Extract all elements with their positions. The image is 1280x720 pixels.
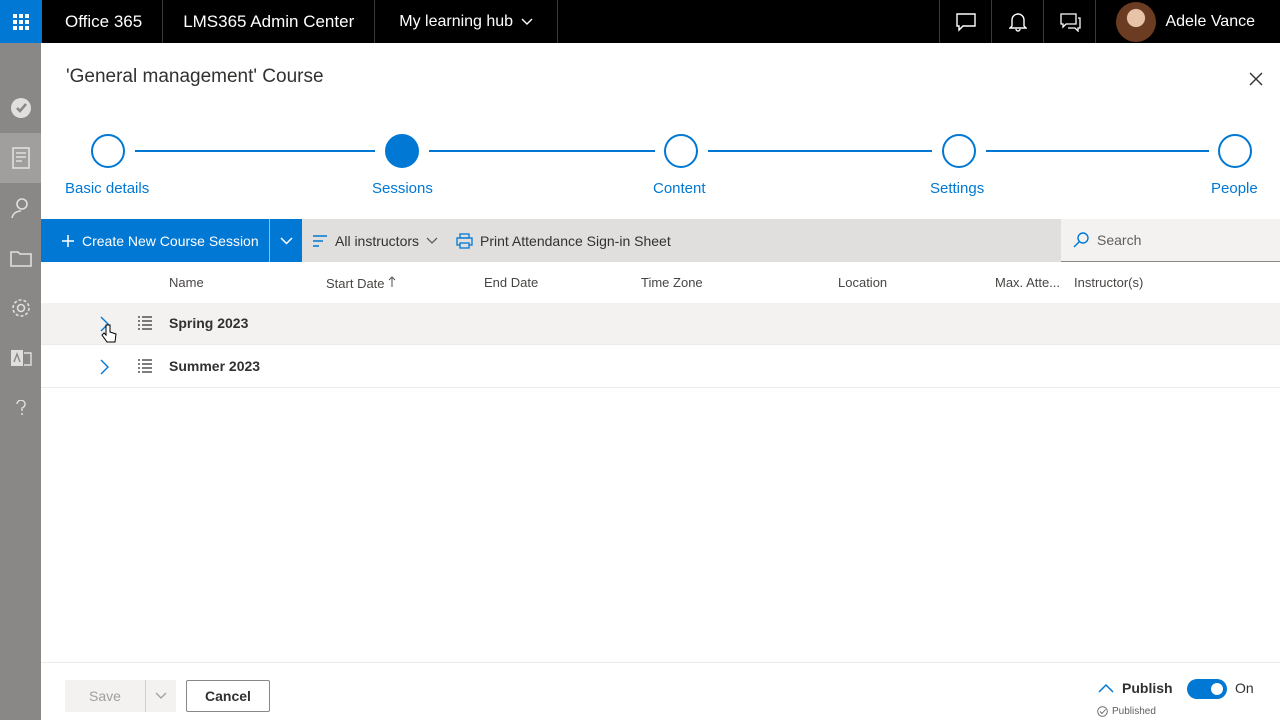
rail-item-translate[interactable] <box>0 333 41 383</box>
office-brand-link[interactable]: Office 365 <box>42 0 164 43</box>
column-header-start-date[interactable]: Start Date <box>326 276 396 291</box>
step-connector <box>708 150 932 152</box>
chevron-right-icon[interactable] <box>99 359 109 375</box>
feedback-button[interactable] <box>1043 0 1095 43</box>
plus-icon <box>62 234 74 247</box>
avatar <box>1116 1 1157 42</box>
step-label-content[interactable]: Content <box>653 180 706 197</box>
create-session-button[interactable]: Create New Course Session <box>41 219 269 262</box>
search-input[interactable]: Search <box>1061 219 1280 262</box>
table-row[interactable]: Summer 2023 <box>41 346 1280 388</box>
column-header-start-date-label: Start Date <box>326 276 385 291</box>
step-label-basic-details[interactable]: Basic details <box>65 180 149 197</box>
published-status: Published <box>1097 706 1156 717</box>
page-title: 'General management' Course <box>66 66 324 87</box>
feedback-icon <box>1060 12 1081 32</box>
toggle-knob <box>1211 683 1223 695</box>
toggle-label: On <box>1235 680 1254 696</box>
bell-icon <box>1008 12 1027 32</box>
instructor-filter-label: All instructors <box>335 232 420 249</box>
step-content[interactable] <box>664 134 698 168</box>
column-header-end-date[interactable]: End Date <box>484 275 538 290</box>
publish-label: Publish <box>1122 680 1173 696</box>
step-label-people[interactable]: People <box>1211 180 1258 197</box>
left-rail <box>0 43 41 720</box>
user-menu[interactable]: Adele Vance <box>1095 0 1280 43</box>
rail-item-home[interactable] <box>0 83 41 133</box>
help-icon <box>15 400 26 415</box>
print-attendance-label: Print Attendance Sign-in Sheet <box>480 232 671 249</box>
top-bar: Office 365 LMS365 Admin Center My learni… <box>0 0 1280 43</box>
chevron-down-icon <box>155 692 167 699</box>
step-connector <box>429 150 655 152</box>
list-icon <box>138 359 152 373</box>
lms-logo-icon <box>10 98 31 118</box>
course-panel: 'General management' Course Basic detail… <box>41 43 1280 720</box>
instructor-filter-dropdown[interactable]: All instructors <box>312 233 438 249</box>
command-bar: Create New Course Session All instructor… <box>41 219 1061 262</box>
print-attendance-button[interactable]: Print Attendance Sign-in Sheet <box>456 233 671 249</box>
translate-icon <box>10 350 32 366</box>
column-header-name[interactable]: Name <box>169 275 204 290</box>
step-connector <box>986 150 1209 152</box>
notifications-button[interactable] <box>991 0 1043 43</box>
rail-item-users[interactable] <box>0 183 41 233</box>
settings-icon <box>11 299 30 317</box>
column-header-instructors[interactable]: Instructor(s) <box>1074 275 1143 290</box>
publish-toggle[interactable] <box>1187 679 1227 699</box>
chevron-down-icon <box>521 18 533 25</box>
printer-icon <box>456 232 473 249</box>
rail-item-files[interactable] <box>0 233 41 283</box>
step-basic-details[interactable] <box>91 134 125 168</box>
check-circle-icon <box>1097 706 1108 717</box>
published-label: Published <box>1112 706 1156 717</box>
row-name: Spring 2023 <box>169 315 249 331</box>
column-header-time-zone[interactable]: Time Zone <box>641 275 703 290</box>
folder-icon <box>9 251 32 267</box>
footer-bar: Save Cancel Publish Published On <box>41 662 1280 720</box>
save-label: Save <box>89 688 121 704</box>
chat-button[interactable] <box>939 0 991 43</box>
column-header-location[interactable]: Location <box>838 275 887 290</box>
app-launcher-button[interactable] <box>0 0 42 43</box>
list-icon <box>138 316 152 330</box>
chat-icon <box>956 12 976 32</box>
search-icon <box>1073 232 1089 248</box>
learning-hub-dropdown[interactable]: My learning hub <box>375 0 559 43</box>
catalog-icon <box>11 147 30 169</box>
step-label-settings[interactable]: Settings <box>930 180 984 197</box>
table-row[interactable]: Spring 2023 <box>41 303 1280 345</box>
sort-ascending-icon <box>388 276 396 287</box>
users-icon <box>10 198 28 219</box>
user-name: Adele Vance <box>1165 12 1255 30</box>
save-button[interactable]: Save <box>65 680 176 712</box>
rail-item-settings[interactable] <box>0 283 41 333</box>
save-menu-button[interactable] <box>145 680 176 712</box>
step-settings[interactable] <box>942 134 976 168</box>
cancel-button[interactable]: Cancel <box>186 680 270 712</box>
hand-cursor-icon <box>101 324 117 343</box>
waffle-icon <box>13 13 29 30</box>
learning-hub-label: My learning hub <box>399 13 514 30</box>
rail-item-catalog[interactable] <box>0 133 41 183</box>
step-label-sessions[interactable]: Sessions <box>372 180 433 197</box>
chevron-up-icon <box>1098 683 1114 693</box>
create-session-label: Create New Course Session <box>82 232 259 249</box>
step-sessions[interactable] <box>385 134 419 168</box>
step-connector <box>135 150 375 152</box>
publish-expander[interactable]: Publish <box>1098 680 1173 696</box>
chevron-down-icon <box>279 236 293 245</box>
step-people[interactable] <box>1218 134 1252 168</box>
close-icon[interactable] <box>1246 69 1266 89</box>
create-session-menu-button[interactable] <box>269 219 302 262</box>
chevron-down-icon <box>426 237 438 244</box>
rail-item-help[interactable] <box>0 383 41 433</box>
app-name-link[interactable]: LMS365 Admin Center <box>163 0 376 43</box>
row-name: Summer 2023 <box>169 358 261 374</box>
search-placeholder: Search <box>1097 232 1142 248</box>
filter-lines-icon <box>313 234 327 247</box>
column-header-max-attendees[interactable]: Max. Atte... <box>995 275 1060 290</box>
